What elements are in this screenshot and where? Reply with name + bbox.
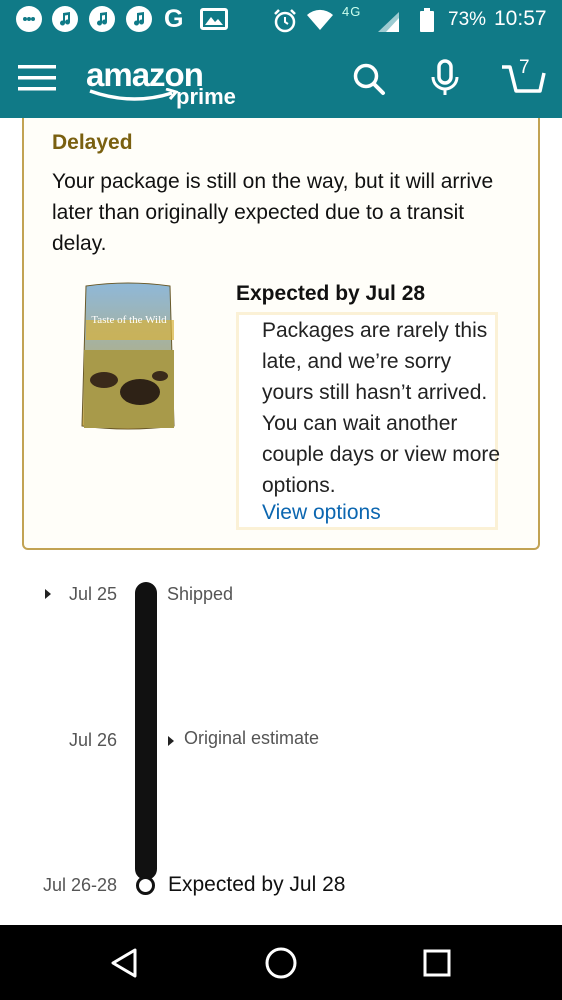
microphone-icon[interactable] xyxy=(426,58,464,98)
home-icon[interactable] xyxy=(261,943,301,983)
delay-message: Your package is still on the way, but it… xyxy=(52,170,494,255)
timeline-end-dot xyxy=(136,876,155,895)
delay-card: Delayed Your package is still on the way… xyxy=(22,118,540,550)
timeline-progress-bar xyxy=(135,582,157,880)
clock: 10:57 xyxy=(494,7,547,30)
cart-count: 7 xyxy=(519,57,530,78)
back-icon[interactable] xyxy=(105,943,145,983)
music-icon xyxy=(52,6,78,32)
signal-icon xyxy=(378,12,400,37)
caret-right-icon[interactable] xyxy=(168,736,174,746)
music-icon xyxy=(89,6,115,32)
system-nav-bar xyxy=(0,925,562,1000)
battery-percent: 73% xyxy=(448,9,487,30)
search-icon[interactable] xyxy=(350,60,388,98)
timeline-date: Jul 26-28 xyxy=(42,875,117,895)
view-options-link[interactable]: View options xyxy=(262,501,381,525)
google-icon: G xyxy=(164,5,184,33)
timeline-label-original-estimate[interactable]: Original estimate xyxy=(184,728,319,749)
smile-icon xyxy=(89,88,179,101)
expected-heading: Expected by Jul 28 xyxy=(236,282,426,305)
battery-icon xyxy=(419,8,435,37)
gallery-icon xyxy=(200,8,228,30)
product-brand: Taste of the Wild xyxy=(91,314,167,326)
timeline-label-shipped: Shipped xyxy=(167,584,234,604)
timeline-date: Jul 25 xyxy=(68,584,117,604)
menu-icon[interactable] xyxy=(16,58,58,98)
alarm-icon xyxy=(272,8,298,39)
status-bar: G 4G 73% 10:57 xyxy=(0,0,562,40)
info-box: Packages are rarely this late, and we’re… xyxy=(236,312,500,530)
wifi-icon xyxy=(306,8,334,37)
recents-icon[interactable] xyxy=(417,943,457,983)
network-type: 4G xyxy=(342,4,362,19)
timeline-date: Jul 26 xyxy=(68,730,117,750)
info-text: Packages are rarely this late, and we’re… xyxy=(262,319,501,497)
logo-prime: prime xyxy=(176,84,236,109)
app-header: amazon prime 7 xyxy=(0,40,562,118)
delay-title: Delayed xyxy=(52,131,133,154)
timeline-label-expected: Expected by Jul 28 xyxy=(168,873,346,896)
messenger-icon xyxy=(16,6,42,32)
product-image[interactable]: Taste of the Wild xyxy=(80,280,176,432)
music-icon xyxy=(126,6,152,32)
